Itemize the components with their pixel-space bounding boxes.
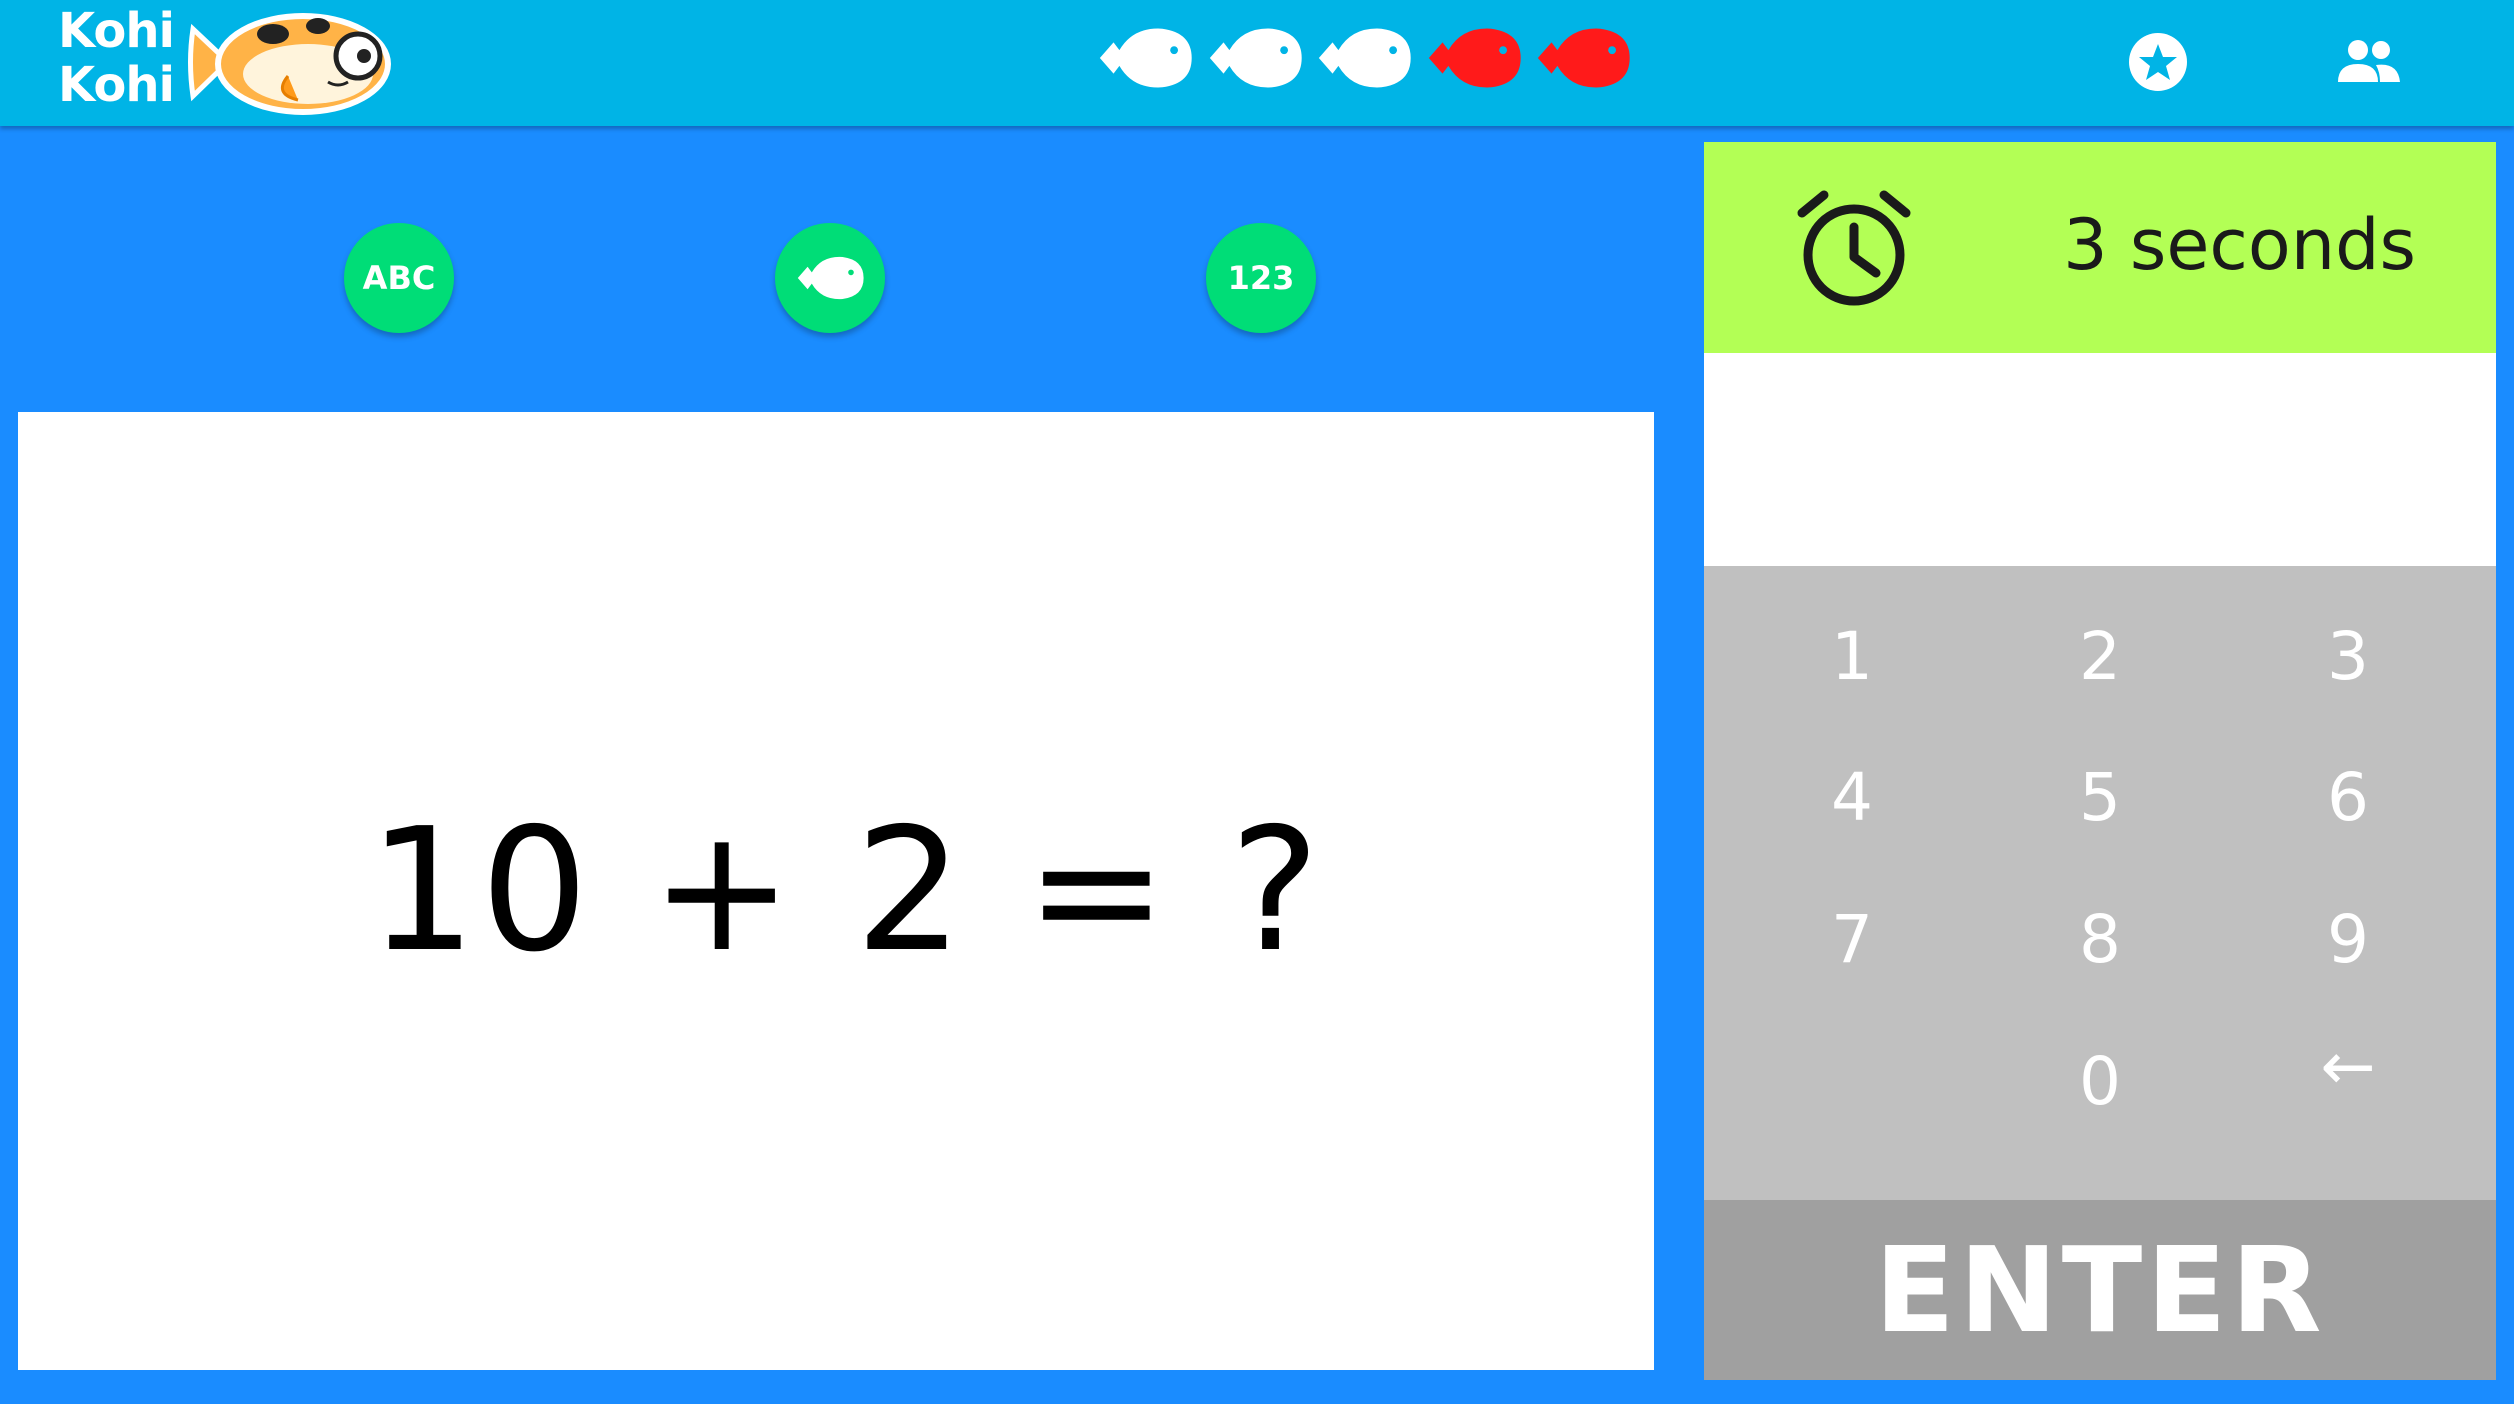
key-9[interactable]: 9 xyxy=(2248,879,2448,999)
fish-icon xyxy=(1209,28,1302,88)
key-2[interactable]: 2 xyxy=(2000,596,2200,716)
fish-icon xyxy=(1538,28,1631,88)
fish-icon xyxy=(1319,28,1411,88)
top-bar: Kohi Kohi xyxy=(0,0,2514,126)
key-4[interactable]: 4 xyxy=(1752,737,1952,857)
number-mode-button[interactable]: 123 xyxy=(1206,223,1316,333)
lives-indicator xyxy=(1094,18,1634,98)
fish-icon xyxy=(1099,28,1192,88)
fish-icon xyxy=(797,256,864,300)
abc-mode-label: ABC xyxy=(362,259,436,297)
backspace-key[interactable]: ← xyxy=(2248,1006,2448,1126)
key-1[interactable]: 1 xyxy=(1752,596,1952,716)
alarm-clock-icon xyxy=(1797,190,1911,306)
logo-line-1: Kohi xyxy=(58,3,175,59)
key-3[interactable]: 3 xyxy=(2248,596,2448,716)
number-mode-label: 123 xyxy=(1227,259,1295,297)
star-icon[interactable] xyxy=(2128,32,2188,92)
logo-text: Kohi Kohi xyxy=(58,3,175,113)
timer-bar: 3 seconds xyxy=(1704,142,2496,353)
key-8[interactable]: 8 xyxy=(2000,879,2200,999)
question-card: 10 + 2 = ? xyxy=(18,412,1654,1370)
key-0[interactable]: 0 xyxy=(2000,1021,2200,1141)
fish-icon xyxy=(1428,28,1521,88)
key-5[interactable]: 5 xyxy=(2000,737,2200,857)
people-icon[interactable] xyxy=(2334,32,2404,92)
key-7[interactable]: 7 xyxy=(1752,879,1952,999)
math-question: 10 + 2 = ? xyxy=(368,792,1324,990)
abc-mode-button[interactable]: ABC xyxy=(344,223,454,333)
key-6[interactable]: 6 xyxy=(2248,737,2448,857)
timer-text: 3 seconds xyxy=(2063,204,2416,286)
answer-input[interactable] xyxy=(1704,353,2496,566)
enter-button[interactable]: ENTER xyxy=(1704,1200,2496,1380)
kohi-kohi-logo[interactable]: Kohi Kohi xyxy=(58,3,391,124)
number-keypad: 1 2 3 4 5 6 7 8 9 0 ← xyxy=(1704,566,2496,1200)
fish-mascot-icon xyxy=(188,13,391,115)
logo-line-2: Kohi xyxy=(58,57,175,113)
fish-mode-button[interactable] xyxy=(775,223,885,333)
